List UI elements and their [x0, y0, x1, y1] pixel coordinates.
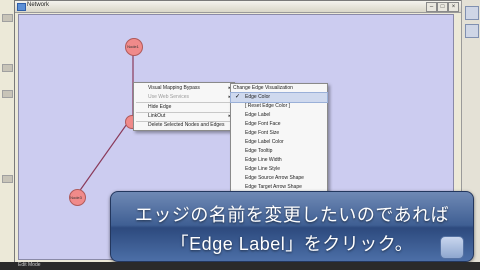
menu-item-label: Edge Label Color [245, 139, 284, 145]
menu-item-label: Use Web Services [148, 94, 190, 100]
overlay-corner-button[interactable] [440, 236, 464, 259]
menu-item-label: [ Reset Edge Color ] [245, 103, 291, 109]
menu-item-label: Edge Target Arrow Shape [245, 184, 302, 190]
minimize-button[interactable]: – [426, 2, 437, 12]
dock-button[interactable] [465, 24, 479, 38]
menu-item-edge-line-style[interactable]: Edge Line Style [231, 165, 327, 174]
dock-button[interactable] [2, 14, 13, 22]
menu-item-label: LinkOut [148, 113, 166, 119]
menu-item-edge-line-width[interactable]: Edge Line Width [231, 156, 327, 165]
menu-item-edge-font-size[interactable]: Edge Font Size [231, 129, 327, 138]
menu-item-label: Edge Source Arrow Shape [245, 175, 304, 181]
caption-banner: エッジの名前を変更したいのであれば 「Edge Label」をクリック。 [110, 191, 474, 262]
checkmark-icon: ✓ [235, 94, 241, 100]
menu-item-visual-mapping-bypass[interactable]: Visual Mapping Bypass▸ [134, 84, 234, 93]
dock-button[interactable] [465, 6, 479, 20]
menu-item-label: Hide Edge [148, 104, 172, 110]
menu-item-delete-selected[interactable]: Delete Selected Nodes and Edges [134, 121, 234, 130]
menu-item-hide-edge[interactable]: Hide Edge [134, 103, 234, 112]
menu-item-reset-edge-color[interactable]: [ Reset Edge Color ] [231, 102, 327, 111]
menu-item-label: Change Edge Visualization [233, 85, 293, 91]
window-title: Network [27, 2, 50, 8]
menu-item-label: Edge Font Size [245, 130, 280, 136]
left-dock-panel [0, 0, 15, 270]
window-titlebar[interactable]: Network – □ × [15, 1, 461, 13]
status-text: Edit Mode [18, 262, 41, 268]
menu-item-edge-label[interactable]: Edge Label [231, 111, 327, 120]
dock-button[interactable] [2, 90, 13, 98]
menu-item-edge-font-face[interactable]: Edge Font Face [231, 120, 327, 129]
menu-item-edge-label-color[interactable]: Edge Label Color [231, 138, 327, 147]
node-label: Node1 [127, 44, 139, 49]
network-icon [17, 3, 26, 11]
status-bar: Edit Mode [0, 262, 480, 270]
menu-item-edge-source-arrow-shape[interactable]: Edge Source Arrow Shape [231, 174, 327, 183]
menu-item-label: Edge Color [245, 94, 271, 100]
context-menu: Visual Mapping Bypass▸ Use Web Services▸… [133, 82, 235, 131]
menu-item-edge-tooltip[interactable]: Edge Tooltip [231, 147, 327, 156]
menu-item-label: Edge Line Width [245, 157, 282, 163]
visual-mapping-submenu: Change Edge Visualization ✓ Edge Color [ … [230, 83, 328, 195]
maximize-button[interactable]: □ [437, 2, 448, 12]
menu-item-linkout[interactable]: LinkOut▸ [134, 112, 234, 121]
edge[interactable] [75, 120, 130, 197]
dock-button[interactable] [2, 175, 13, 183]
menu-item-edge-color[interactable]: ✓ Edge Color [230, 92, 328, 103]
dock-button[interactable] [2, 64, 13, 72]
caption-line-1: エッジの名前を変更したいのであれば [134, 205, 450, 225]
menu-item-label: Edge Tooltip [245, 148, 273, 154]
close-button[interactable]: × [448, 2, 459, 12]
menu-item-label: Delete Selected Nodes and Edges [148, 122, 225, 128]
menu-item-label: Visual Mapping Bypass [148, 85, 200, 91]
menu-item-use-web-services[interactable]: Use Web Services▸ [134, 93, 234, 102]
menu-item-label: Edge Line Style [245, 166, 281, 172]
desktop: Network – □ × Node1 Node3 Visual Mapping… [0, 0, 480, 270]
caption-line-2: 「Edge Label」をクリック。 [170, 234, 414, 254]
node-label: Node3 [70, 195, 82, 200]
menu-item-label: Edge Label [245, 112, 271, 118]
submenu-header: Change Edge Visualization [231, 84, 327, 93]
menu-item-label: Edge Font Face [245, 121, 281, 127]
